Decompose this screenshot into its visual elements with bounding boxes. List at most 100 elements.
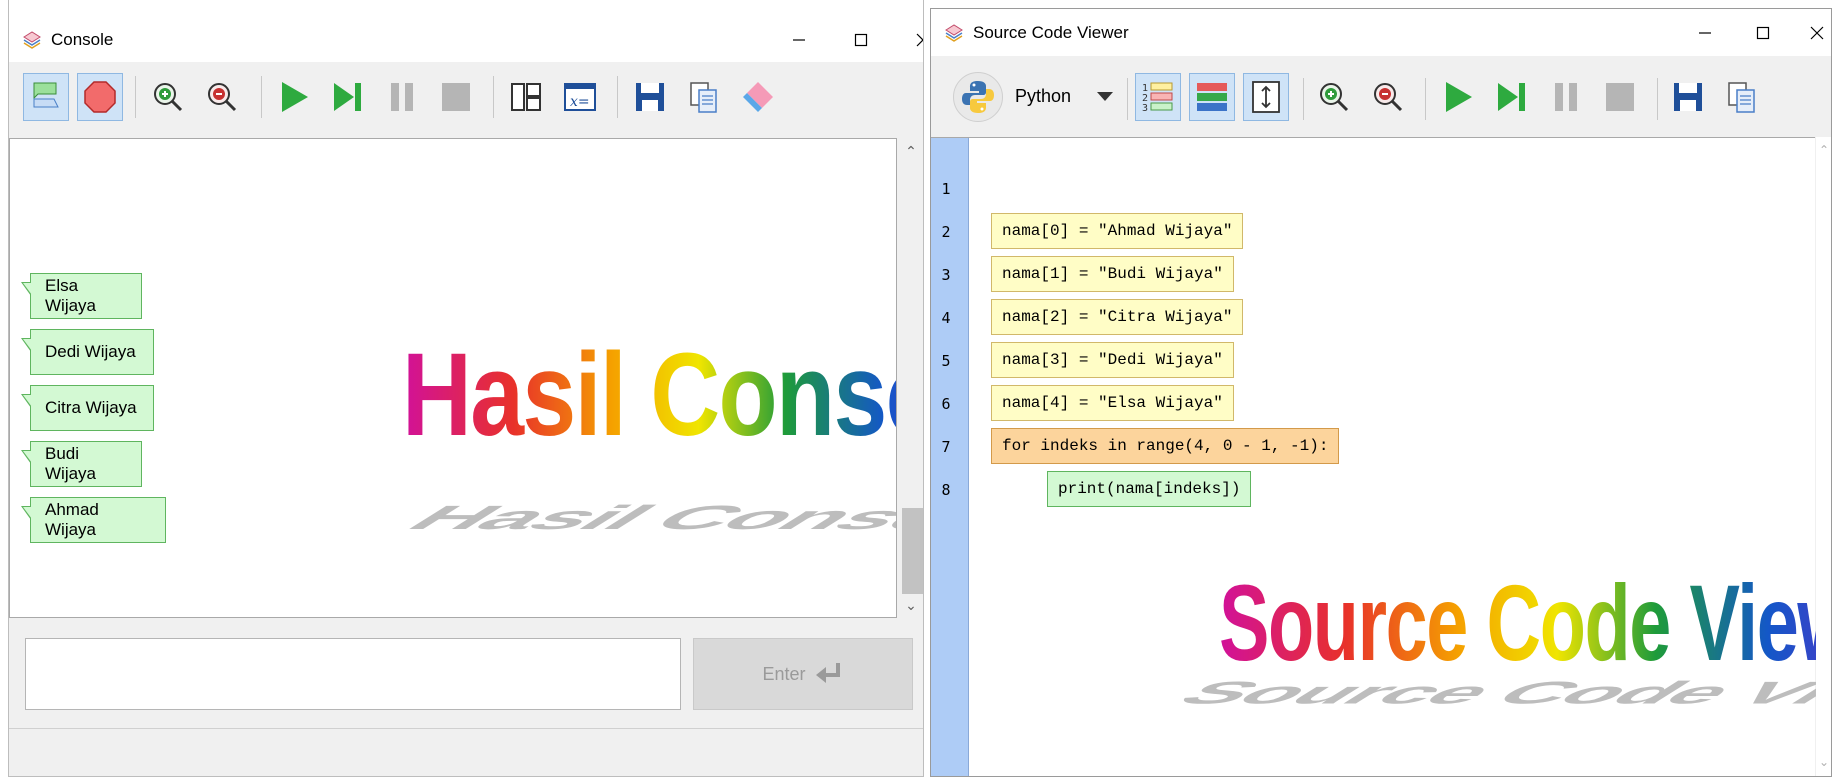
svg-text:x=: x= [570,94,590,110]
console-scrollbar[interactable]: ⌃ ⌄ [898,138,923,618]
output-line: Ahmad Wijaya [21,497,166,543]
layout-icon [511,83,541,111]
scroll-down-icon[interactable]: ⌄ [898,594,923,616]
play-icon [282,82,308,112]
code-area[interactable]: 1 2 3 4 5 6 7 8 nama[0] = "Ahmad Wijaya"… [931,137,1831,776]
output-line: Elsa Wijaya [21,273,142,319]
code-line-print[interactable]: print(nama[indeks]) [1047,471,1252,507]
toolbar-separator [1127,78,1128,120]
stop-square-icon [442,83,470,111]
console-window: Console x= Hasil Console Hasil Cons Elsa… [8,0,924,777]
banner-shadow: Hasil Console [391,498,897,537]
viewer-banner: Source Code Viewer [1219,560,1831,685]
blocks-view-button[interactable] [1189,73,1235,121]
console-scroll-thumb[interactable] [902,508,923,594]
toolbar-separator [493,76,494,118]
zoom-out-button[interactable] [1365,73,1411,121]
maximize-button[interactable] [841,22,881,58]
zoom-in-button[interactable] [145,73,191,121]
console-titlebar[interactable]: Console [9,0,923,62]
fit-view-button[interactable] [1243,73,1289,121]
close-button[interactable] [903,22,923,58]
console-input-field[interactable] [25,638,681,710]
zoom-out-icon [208,83,237,112]
code-line[interactable]: nama[0] = "Ahmad Wijaya" [991,213,1244,249]
output-mode-button[interactable] [23,73,69,121]
toolbar-separator [261,76,262,118]
app-logo-icon [945,24,963,42]
scroll-up-icon[interactable]: ⌃ [1816,139,1831,161]
svg-text:3: 3 [1142,103,1148,114]
viewer-title: Source Code Viewer [973,23,1129,42]
console-title: Console [51,30,114,49]
copy-icon [690,82,717,113]
step-button[interactable] [325,73,371,121]
app-logo-icon [23,31,41,49]
step-forward-icon [1498,83,1525,111]
pause-icon [1555,83,1577,111]
toolbar-separator [1303,78,1304,120]
stop-square-icon [1606,83,1634,111]
viewer-toolbar: Python 1 2 3 [931,56,1831,142]
pause-icon [391,83,413,111]
save-button[interactable] [1665,73,1711,121]
minimize-icon [1699,32,1711,34]
line-number: 6 [941,395,951,413]
source-code-viewer-window: Source Code Viewer Python 1 2 3 1 2 3 4 … [930,8,1832,777]
blocks-icon [1197,83,1227,111]
line-number: 1 [941,180,951,198]
toolbar-separator [1657,78,1658,120]
line-number: 8 [941,481,951,499]
code-line[interactable]: nama[1] = "Budi Wijaya" [991,256,1234,292]
python-logo-icon [953,72,1003,122]
console-output-area[interactable]: Hasil Console Hasil Console Elsa Wijaya … [9,138,897,618]
step-button[interactable] [1489,73,1535,121]
enter-button-label: Enter [762,663,806,684]
stop-button[interactable] [1597,73,1643,121]
save-button[interactable] [627,73,673,121]
line-number: 5 [941,352,951,370]
line-numbers-button[interactable]: 1 2 3 [1135,73,1181,121]
zoom-in-button[interactable] [1311,73,1357,121]
output-line: Dedi Wijaya [21,329,154,375]
stop-octagon-icon [84,81,116,113]
close-button[interactable] [1797,15,1831,51]
line-numbers-icon: 1 2 3 [1142,82,1173,114]
run-button[interactable] [271,73,317,121]
run-button[interactable] [1435,73,1481,121]
code-line-loop[interactable]: for indeks in range(4, 0 - 1, -1): [991,428,1340,464]
enter-button[interactable]: Enter [693,638,913,710]
chevron-down-icon[interactable] [1097,92,1113,101]
zoom-in-icon [1320,83,1349,112]
maximize-button[interactable] [1743,15,1783,51]
viewer-titlebar[interactable]: Source Code Viewer [931,9,1831,56]
maximize-icon [1756,26,1770,40]
minimize-button[interactable] [779,22,819,58]
line-number: 7 [941,438,951,456]
console-status-divider [9,728,923,729]
clear-button[interactable] [735,73,781,121]
copy-button[interactable] [1719,73,1765,121]
pause-button[interactable] [1543,73,1589,121]
viewer-scrollbar[interactable]: ⌃ ⌄ [1816,137,1831,776]
variables-button[interactable]: x= [557,73,603,121]
scroll-up-icon[interactable]: ⌃ [898,140,923,162]
copy-button[interactable] [681,73,727,121]
stop-program-button[interactable] [77,73,123,121]
line-number: 2 [941,223,951,241]
layout-button[interactable] [503,73,549,121]
zoom-out-button[interactable] [199,73,245,121]
save-icon [636,83,664,111]
save-icon [1674,83,1702,111]
code-line[interactable]: nama[3] = "Dedi Wijaya" [991,342,1234,378]
step-forward-icon [334,83,361,111]
pause-button[interactable] [379,73,425,121]
minimize-icon [793,39,805,41]
code-line[interactable]: nama[2] = "Citra Wijaya" [991,299,1244,335]
scroll-down-icon[interactable]: ⌄ [1816,751,1831,773]
code-line[interactable]: nama[4] = "Elsa Wijaya" [991,385,1234,421]
stop-button[interactable] [433,73,479,121]
minimize-button[interactable] [1685,15,1725,51]
console-banner: Hasil Console [402,327,896,463]
language-selector[interactable]: Python [1015,86,1071,107]
